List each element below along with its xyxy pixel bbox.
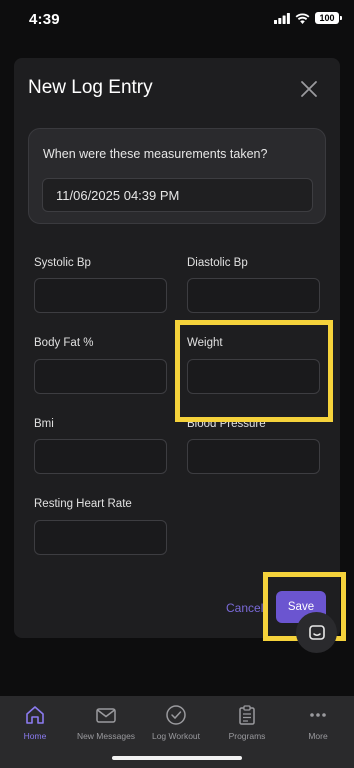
tab-programs-label: Programs (228, 731, 266, 741)
bmi-label: Bmi (34, 418, 54, 430)
mail-icon (96, 708, 116, 723)
body-fat-label: Body Fat % (34, 337, 94, 349)
cancel-button[interactable]: Cancel (226, 601, 263, 615)
date-time-input[interactable]: 11/06/2025 04:39 PM (42, 178, 313, 212)
tab-home-label: Home (23, 731, 47, 741)
battery-icon: 100 (315, 12, 342, 24)
modal-title: New Log Entry (28, 77, 153, 98)
weight-label: Weight (187, 337, 223, 349)
wifi-icon (295, 13, 310, 24)
resting-heart-rate-input[interactable] (34, 520, 167, 555)
blood-pressure-input[interactable] (187, 439, 320, 474)
home-icon (26, 706, 44, 724)
signal-icon (274, 12, 290, 24)
diastolic-bp-label: Diastolic Bp (187, 257, 248, 269)
date-card: When were these measurements taken? 11/0… (28, 128, 326, 224)
tab-home[interactable]: Home (0, 704, 70, 741)
diastolic-bp-input[interactable] (187, 278, 320, 313)
tab-log-workout[interactable]: Log Workout (141, 704, 211, 741)
status-time: 4:39 (29, 11, 60, 28)
more-dots-icon (310, 713, 326, 717)
date-question: When were these measurements taken? (43, 147, 268, 161)
tab-new-messages[interactable]: New Messages (71, 704, 141, 741)
tab-more-label: More (308, 731, 328, 741)
systolic-bp-input[interactable] (34, 278, 167, 313)
chat-button[interactable] (296, 612, 337, 653)
body-fat-input[interactable] (34, 359, 167, 394)
bmi-input[interactable] (34, 439, 167, 474)
tab-programs[interactable]: Programs (212, 704, 282, 741)
new-log-entry-modal: New Log Entry When were these measuremen… (14, 58, 340, 638)
systolic-bp-label: Systolic Bp (34, 257, 91, 269)
clipboard-icon (239, 705, 255, 725)
tab-more[interactable]: More (283, 704, 353, 741)
tab-log-workout-label: Log Workout (151, 731, 201, 741)
screen: 4:39 100 New Log Entry When were these m… (0, 0, 354, 768)
chat-icon (308, 624, 325, 640)
status-bar: 4:39 100 (0, 0, 354, 44)
home-indicator (112, 756, 242, 760)
resting-heart-rate-label: Resting Heart Rate (34, 498, 132, 510)
blood-pressure-label: Blood Pressure (187, 418, 266, 430)
check-circle-icon (166, 705, 186, 725)
close-icon[interactable] (298, 78, 320, 100)
tab-new-messages-label: New Messages (76, 731, 136, 741)
weight-input[interactable] (187, 359, 320, 394)
status-icons: 100 (274, 12, 342, 24)
